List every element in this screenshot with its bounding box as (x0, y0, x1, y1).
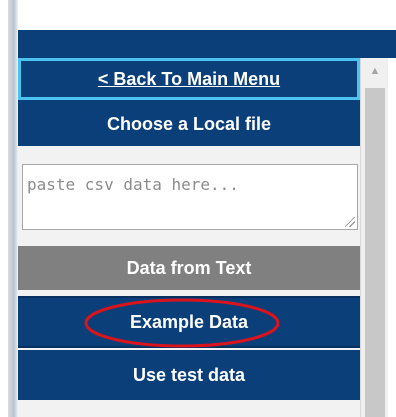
data-from-text-button[interactable]: Data from Text (18, 246, 360, 290)
header-bar (18, 30, 396, 58)
window-left-edge (0, 0, 18, 417)
vertical-scrollbar[interactable]: ▲ (360, 58, 389, 417)
window-right-edge (388, 58, 396, 417)
use-test-data-button[interactable]: Use test data (18, 350, 360, 400)
back-to-main-menu-link[interactable]: < Back To Main Menu (18, 58, 360, 100)
choose-local-file-button[interactable]: Choose a Local file (18, 100, 360, 146)
resize-grip-icon[interactable] (345, 217, 355, 227)
csv-data-input[interactable] (23, 165, 357, 229)
triangle-up-icon[interactable]: ▲ (361, 58, 389, 84)
csv-textarea-container (22, 164, 358, 230)
scrollbar-thumb[interactable] (365, 88, 385, 417)
example-data-button[interactable]: Example Data (18, 296, 360, 348)
